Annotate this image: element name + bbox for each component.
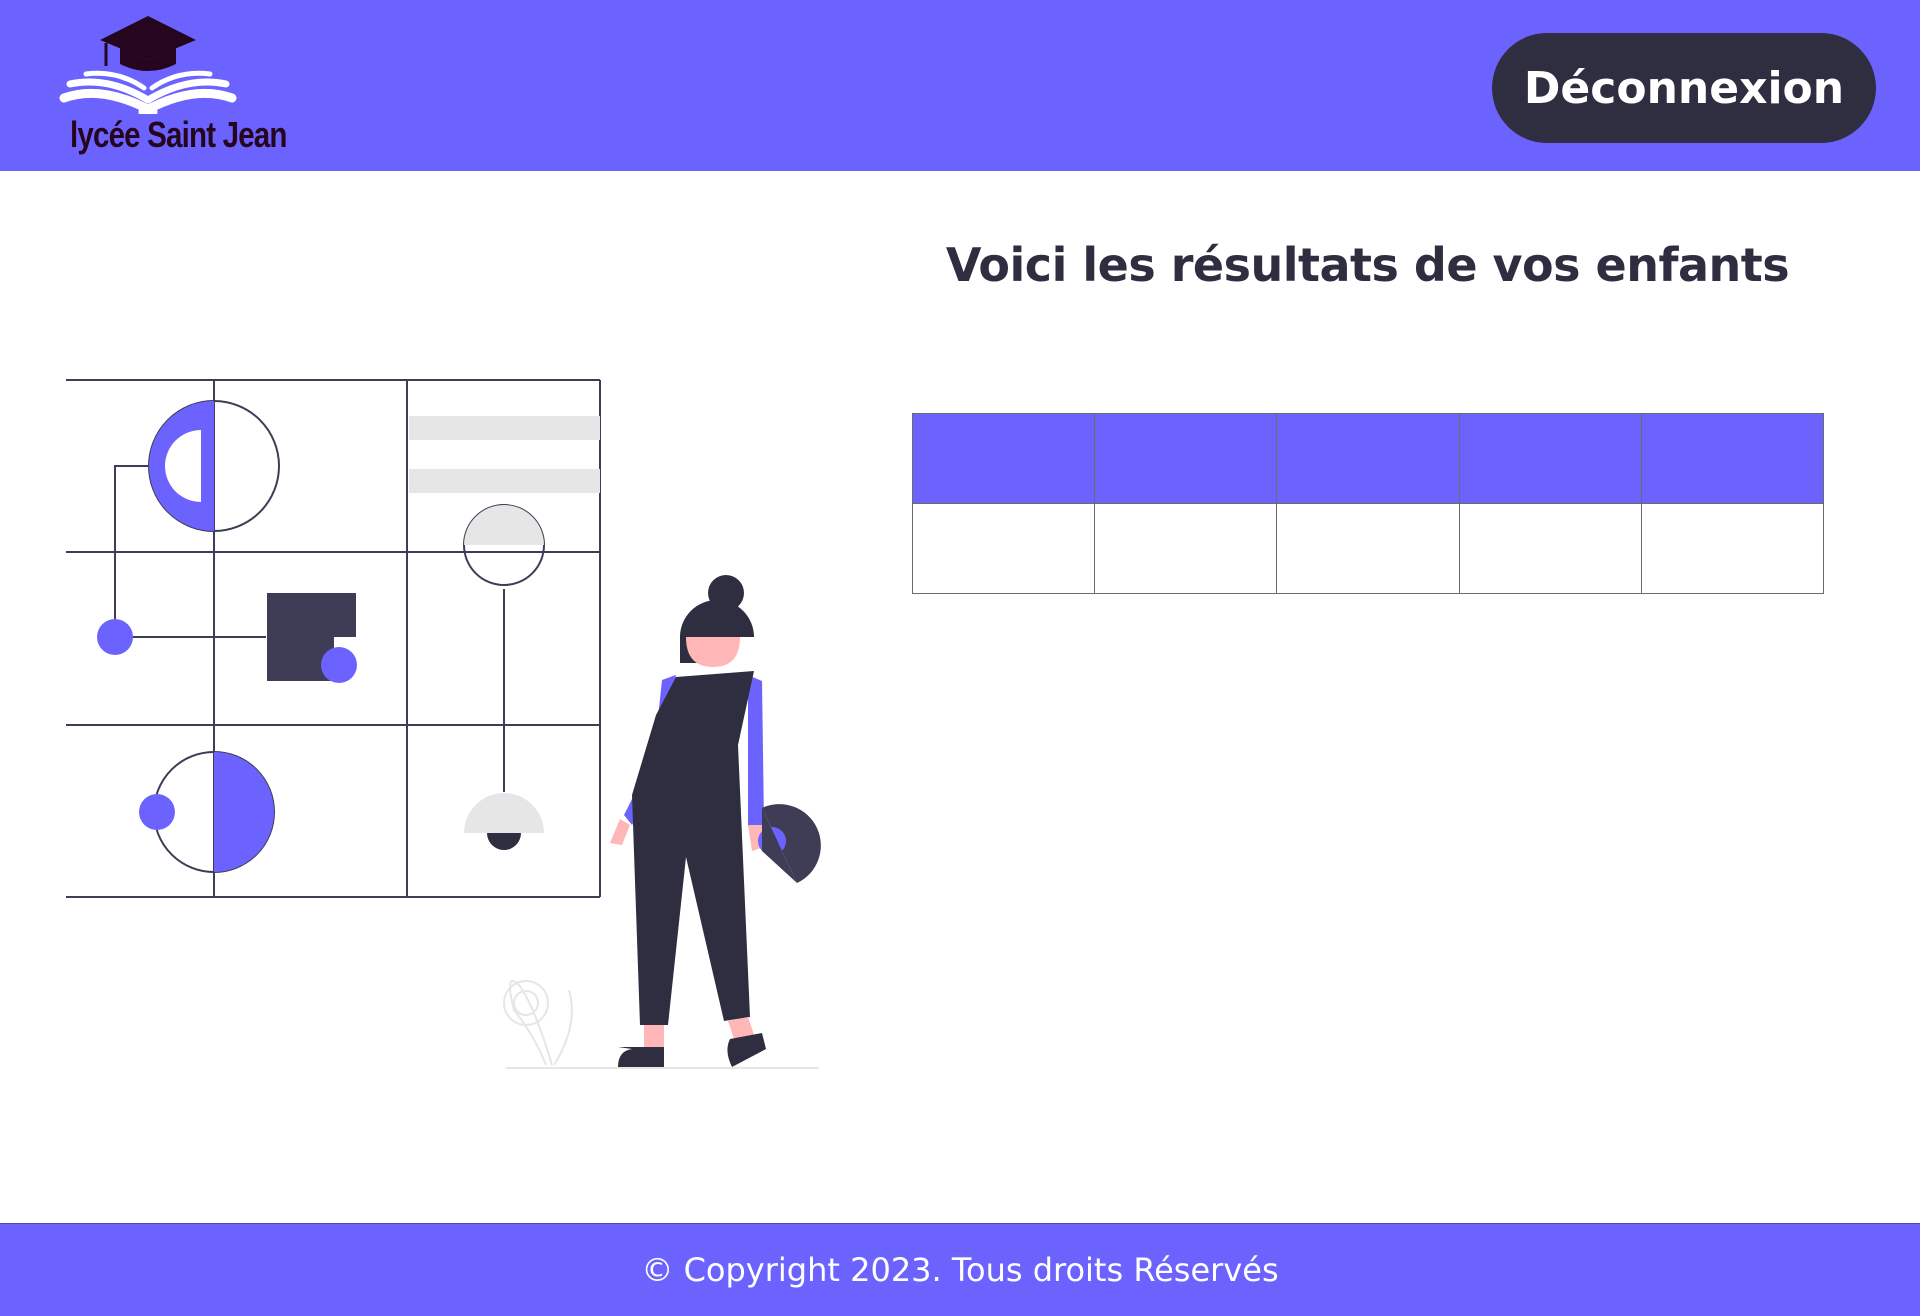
table-header-cell — [1094, 413, 1278, 504]
table-cell — [1094, 503, 1278, 594]
woman-grid-illustration — [64, 375, 824, 1075]
table-cell — [1640, 503, 1825, 594]
table-header-cell — [1458, 413, 1642, 504]
table-header-cell — [1276, 413, 1460, 504]
table-cell — [911, 503, 1096, 594]
table-header-cell — [911, 413, 1096, 504]
logout-button[interactable]: Déconnexion — [1492, 33, 1876, 143]
results-table — [911, 413, 1825, 594]
table-cell — [1458, 503, 1642, 594]
logo-text: lycée Saint Jean — [70, 114, 287, 155]
table-row — [911, 503, 1825, 594]
school-logo[interactable]: lycée Saint Jean — [58, 14, 287, 166]
table-cell — [1276, 503, 1460, 594]
site-header: lycée Saint Jean Déconnexion — [0, 0, 1920, 171]
copyright-text: © Copyright 2023. Tous droits Réservés — [641, 1251, 1279, 1289]
table-header-cell — [1640, 413, 1825, 504]
table-header-row — [911, 413, 1825, 504]
graduation-cap-book-icon — [59, 16, 237, 117]
page-title: Voici les résultats de vos enfants — [945, 238, 1790, 292]
site-footer: © Copyright 2023. Tous droits Réservés — [0, 1223, 1920, 1316]
